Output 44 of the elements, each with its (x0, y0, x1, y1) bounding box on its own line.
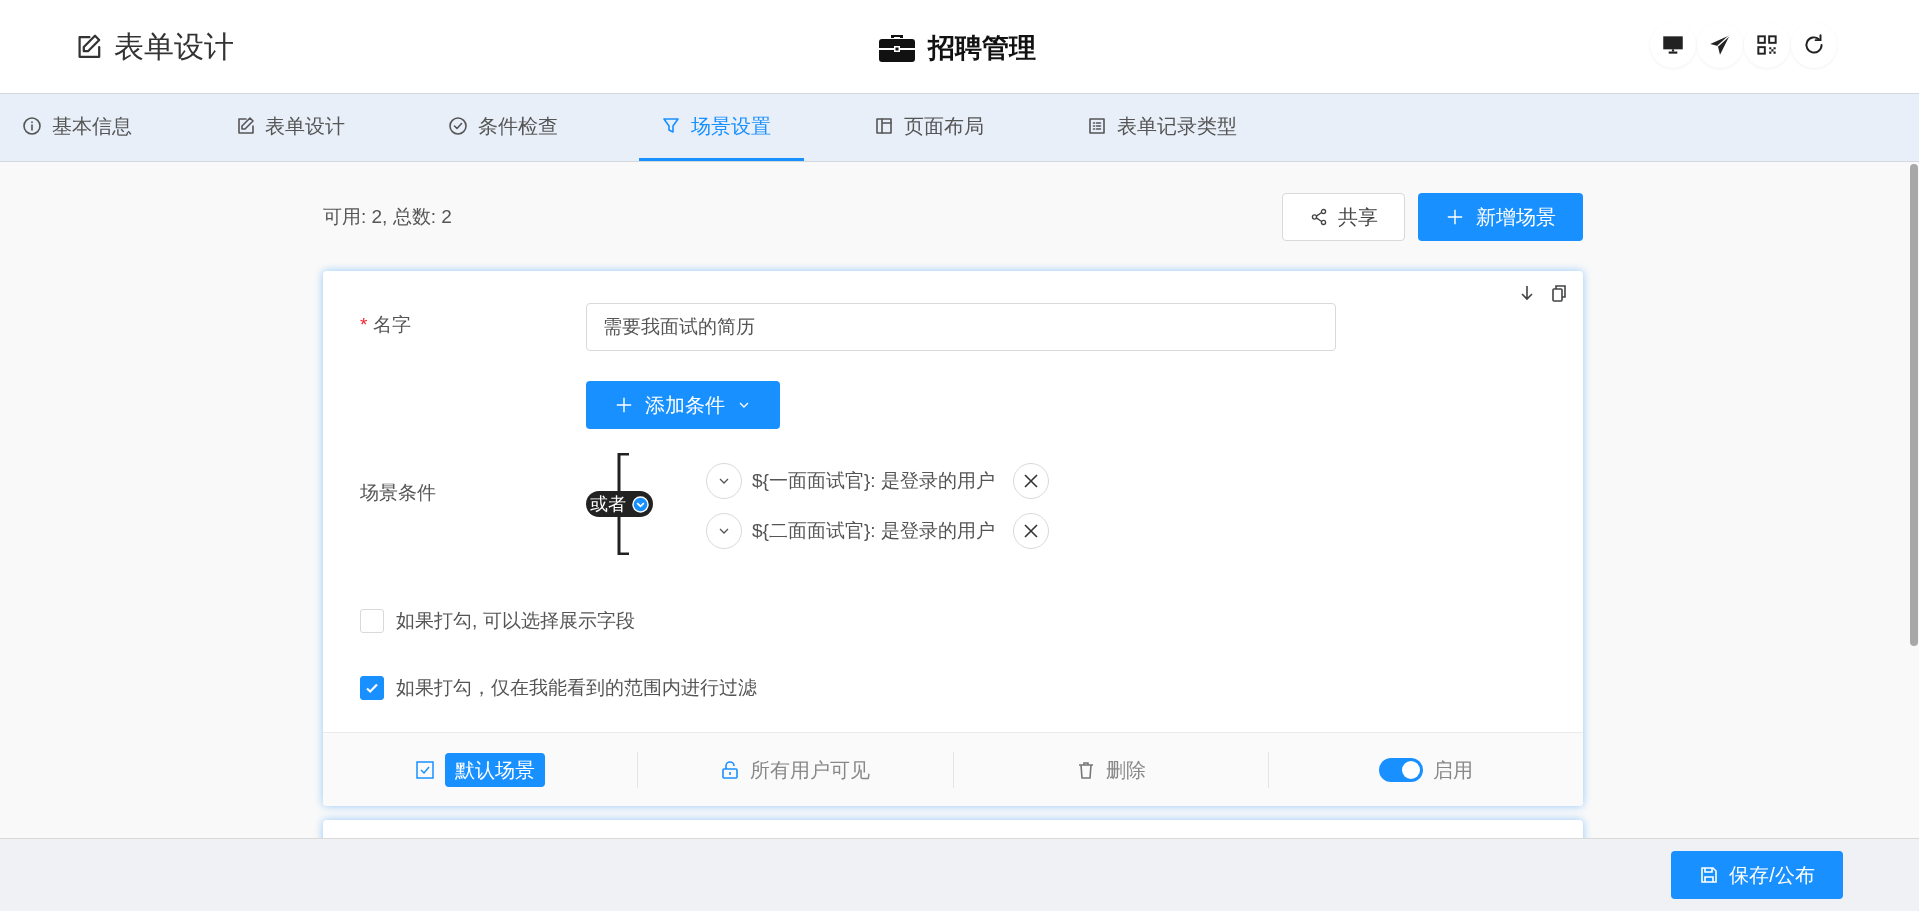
info-icon (22, 116, 42, 136)
tab[interactable]: 表单设计 (213, 94, 378, 161)
share-button[interactable]: 共享 (1282, 193, 1405, 241)
delete-button[interactable]: 删除 (1075, 754, 1146, 785)
condition-text: ${二面面试官}: 是登录的用户 (752, 518, 995, 543)
check-circle-icon (448, 116, 468, 136)
filter-icon (661, 116, 681, 136)
copy-icon[interactable] (1549, 283, 1569, 303)
scrollbar-thumb[interactable] (1910, 164, 1918, 646)
add-condition-button[interactable]: 添加条件 (586, 381, 780, 429)
app-title: 招聘管理 (928, 32, 1036, 65)
operator-dropdown[interactable]: 或者 (586, 491, 653, 517)
save-button[interactable]: 保存/公布 (1671, 851, 1843, 899)
chevron-down-icon (632, 495, 649, 513)
visibility-button[interactable]: 所有用户可见 (720, 754, 871, 785)
checkbox-label: 如果打勾, 可以选择展示字段 (396, 609, 635, 633)
name-input[interactable]: 需要我面试的简历 (586, 303, 1336, 351)
toggle-label: 启用 (1432, 757, 1473, 783)
field-label: 名字 (373, 313, 412, 337)
summary-text: 可用: 2, 总数: 2 (323, 204, 452, 229)
default-scene-tag: 默认场景 (445, 752, 546, 787)
toggle-switch[interactable] (1378, 757, 1423, 782)
plus-icon (1445, 208, 1464, 226)
tab[interactable]: 页面布局 (852, 94, 1017, 161)
checkbox-label: 如果打勾，仅在我能看到的范围内进行过滤 (396, 675, 757, 700)
checkbox[interactable] (360, 675, 384, 700)
tab[interactable]: 表单记录类型 (1065, 94, 1247, 161)
briefcase-icon (878, 32, 916, 65)
send-icon[interactable] (1697, 22, 1743, 68)
unlock-icon (720, 759, 741, 780)
save-icon (1699, 865, 1720, 885)
checkbox-icon[interactable] (415, 759, 436, 780)
plus-icon (615, 396, 633, 414)
tab[interactable]: 条件检查 (426, 94, 591, 161)
add-scene-button[interactable]: 新增场景 (1418, 193, 1583, 241)
layout-icon (874, 116, 894, 136)
condition-text: ${一面面试官}: 是登录的用户 (752, 468, 995, 493)
field-label: 场景条件 (360, 481, 437, 505)
share-icon (1309, 208, 1328, 226)
required-mark: * (360, 313, 368, 337)
edit-icon (235, 116, 255, 136)
page-title: 表单设计 (114, 29, 234, 65)
list-icon (1087, 116, 1107, 136)
tab[interactable]: 基本信息 (0, 94, 165, 161)
